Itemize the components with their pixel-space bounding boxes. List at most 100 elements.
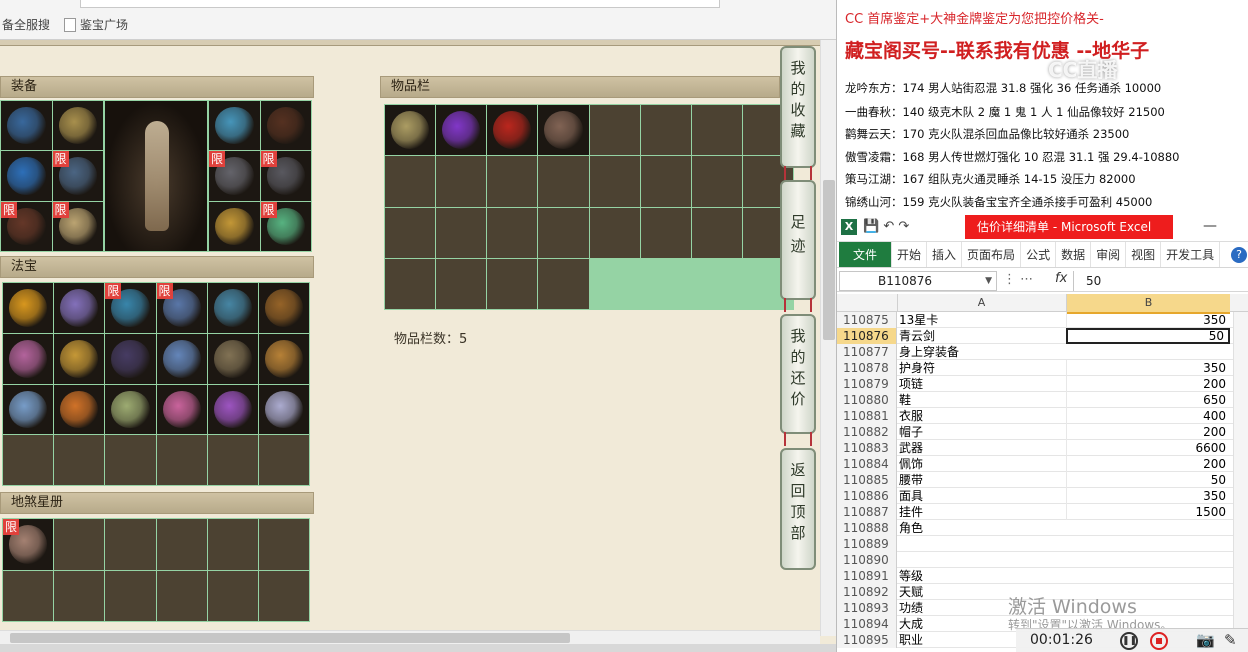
- equip-slot[interactable]: [52, 101, 103, 151]
- minimize-button[interactable]: —: [1203, 218, 1217, 234]
- fabao-slot[interactable]: [3, 435, 54, 485]
- cell-a[interactable]: 护身符: [899, 360, 1065, 376]
- row-number[interactable]: 110886: [837, 488, 897, 504]
- row-number[interactable]: 110884: [837, 456, 897, 472]
- undo-icon[interactable]: ↶: [883, 219, 894, 234]
- row-number[interactable]: 110875: [837, 312, 897, 328]
- cell-b[interactable]: 50: [1066, 472, 1230, 488]
- fabao-slot[interactable]: [54, 384, 105, 435]
- dishabook-slot[interactable]: 限: [3, 519, 54, 570]
- dishabook-slot[interactable]: [156, 570, 207, 621]
- cell-a[interactable]: 身上穿装备: [899, 344, 1065, 360]
- inventory-slot[interactable]: [436, 258, 487, 309]
- ribbon-tab[interactable]: 插入: [927, 242, 963, 267]
- cell-b[interactable]: 350: [1066, 360, 1230, 376]
- fabao-slot[interactable]: [54, 435, 105, 485]
- cell-a[interactable]: 武器: [899, 440, 1065, 456]
- inventory-slot[interactable]: [487, 156, 538, 207]
- equip-slot[interactable]: [1, 101, 52, 151]
- cell-a[interactable]: 鞋: [899, 392, 1065, 408]
- cell-a[interactable]: 佩饰: [899, 456, 1065, 472]
- ribbon-tab[interactable]: 数据: [1056, 242, 1092, 267]
- cell-a[interactable]: 角色: [899, 520, 1065, 536]
- sidenav-back-to-top[interactable]: 返 回 顶 部: [780, 448, 816, 570]
- equip-slot[interactable]: [209, 201, 260, 251]
- inventory-slot[interactable]: [487, 207, 538, 258]
- cell-b[interactable]: 350: [1066, 488, 1230, 504]
- scroll-thumb[interactable]: [10, 633, 570, 643]
- sheet-vertical-scrollbar[interactable]: [1233, 312, 1248, 652]
- dishabook-slot[interactable]: [3, 570, 54, 621]
- favorite-link-0[interactable]: 备全服搜: [2, 16, 50, 33]
- cell-a[interactable]: 面具: [899, 488, 1065, 504]
- cell-a[interactable]: 挂件: [899, 504, 1065, 520]
- fabao-slot[interactable]: [207, 283, 258, 333]
- row-number[interactable]: 110895: [837, 632, 897, 648]
- fabao-slot[interactable]: [3, 384, 54, 435]
- cell-a[interactable]: 13星卡: [899, 312, 1065, 328]
- fabao-slot[interactable]: [258, 384, 309, 435]
- row-number[interactable]: 110878: [837, 360, 897, 376]
- row-number[interactable]: 110883: [837, 440, 897, 456]
- row-number[interactable]: 110885: [837, 472, 897, 488]
- row-number[interactable]: 110882: [837, 424, 897, 440]
- inventory-slot[interactable]: [640, 156, 691, 207]
- row-number[interactable]: 110888: [837, 520, 897, 536]
- dishabook-slot[interactable]: [258, 570, 309, 621]
- redo-icon[interactable]: ↷: [898, 219, 909, 234]
- inventory-slot[interactable]: [589, 105, 640, 156]
- fabao-slot[interactable]: [156, 384, 207, 435]
- address-bar[interactable]: [80, 0, 720, 8]
- page-horizontal-scrollbar[interactable]: [0, 630, 820, 644]
- pause-button[interactable]: ❚❚: [1120, 632, 1138, 650]
- row-number[interactable]: 110889: [837, 536, 897, 552]
- equip-slot[interactable]: [209, 101, 260, 151]
- inventory-slot[interactable]: [589, 156, 640, 207]
- inventory-slot[interactable]: [640, 105, 691, 156]
- save-icon[interactable]: 💾: [863, 219, 879, 234]
- cell-b[interactable]: 50: [1066, 328, 1230, 344]
- dishabook-slot[interactable]: [54, 519, 105, 570]
- row-number[interactable]: 110876: [837, 328, 897, 344]
- fabao-slot[interactable]: [156, 435, 207, 485]
- ribbon-tab[interactable]: 审阅: [1091, 242, 1127, 267]
- camera-icon[interactable]: 📷: [1196, 631, 1215, 649]
- dishabook-slot[interactable]: [105, 519, 156, 570]
- fabao-slot[interactable]: [3, 283, 54, 333]
- fabao-slot[interactable]: [258, 283, 309, 333]
- equip-slot[interactable]: 限: [260, 151, 311, 201]
- stop-button[interactable]: [1150, 632, 1168, 650]
- inventory-slot[interactable]: [538, 105, 589, 156]
- dishabook-slot[interactable]: [207, 519, 258, 570]
- cell-a[interactable]: 帽子: [899, 424, 1065, 440]
- equip-slot[interactable]: 限: [52, 151, 103, 201]
- inventory-slot[interactable]: [538, 258, 589, 309]
- fabao-slot[interactable]: [207, 435, 258, 485]
- equip-slot[interactable]: [260, 101, 311, 151]
- name-box[interactable]: B110876 ▼: [839, 271, 997, 291]
- cell-b[interactable]: 400: [1066, 408, 1230, 424]
- row-number[interactable]: 110893: [837, 600, 897, 616]
- dishabook-slot[interactable]: [207, 570, 258, 621]
- row-number[interactable]: 110880: [837, 392, 897, 408]
- fabao-slot[interactable]: 限: [156, 283, 207, 333]
- scroll-thumb[interactable]: [823, 180, 835, 340]
- dishabook-slot[interactable]: [156, 519, 207, 570]
- cell-b[interactable]: 650: [1066, 392, 1230, 408]
- inventory-slot[interactable]: [385, 156, 436, 207]
- ribbon-tab[interactable]: 视图: [1126, 242, 1162, 267]
- chevron-down-icon[interactable]: ▼: [985, 272, 992, 290]
- fabao-slot[interactable]: [258, 333, 309, 384]
- fabao-slot[interactable]: [54, 283, 105, 333]
- cell-a[interactable]: 青云剑: [899, 328, 1065, 344]
- pen-icon[interactable]: ✎: [1224, 631, 1237, 649]
- tab-file[interactable]: 文件: [839, 242, 893, 267]
- ribbon-tab[interactable]: 开发工具: [1161, 242, 1221, 267]
- column-header-b[interactable]: B: [1066, 294, 1230, 314]
- inventory-slot[interactable]: [385, 105, 436, 156]
- equip-slot[interactable]: 限: [1, 201, 52, 251]
- row-number[interactable]: 110887: [837, 504, 897, 520]
- cell-a[interactable]: 项链: [899, 376, 1065, 392]
- equip-slot[interactable]: [1, 151, 52, 201]
- sidenav-favorites[interactable]: 我 的 收 藏: [780, 46, 816, 168]
